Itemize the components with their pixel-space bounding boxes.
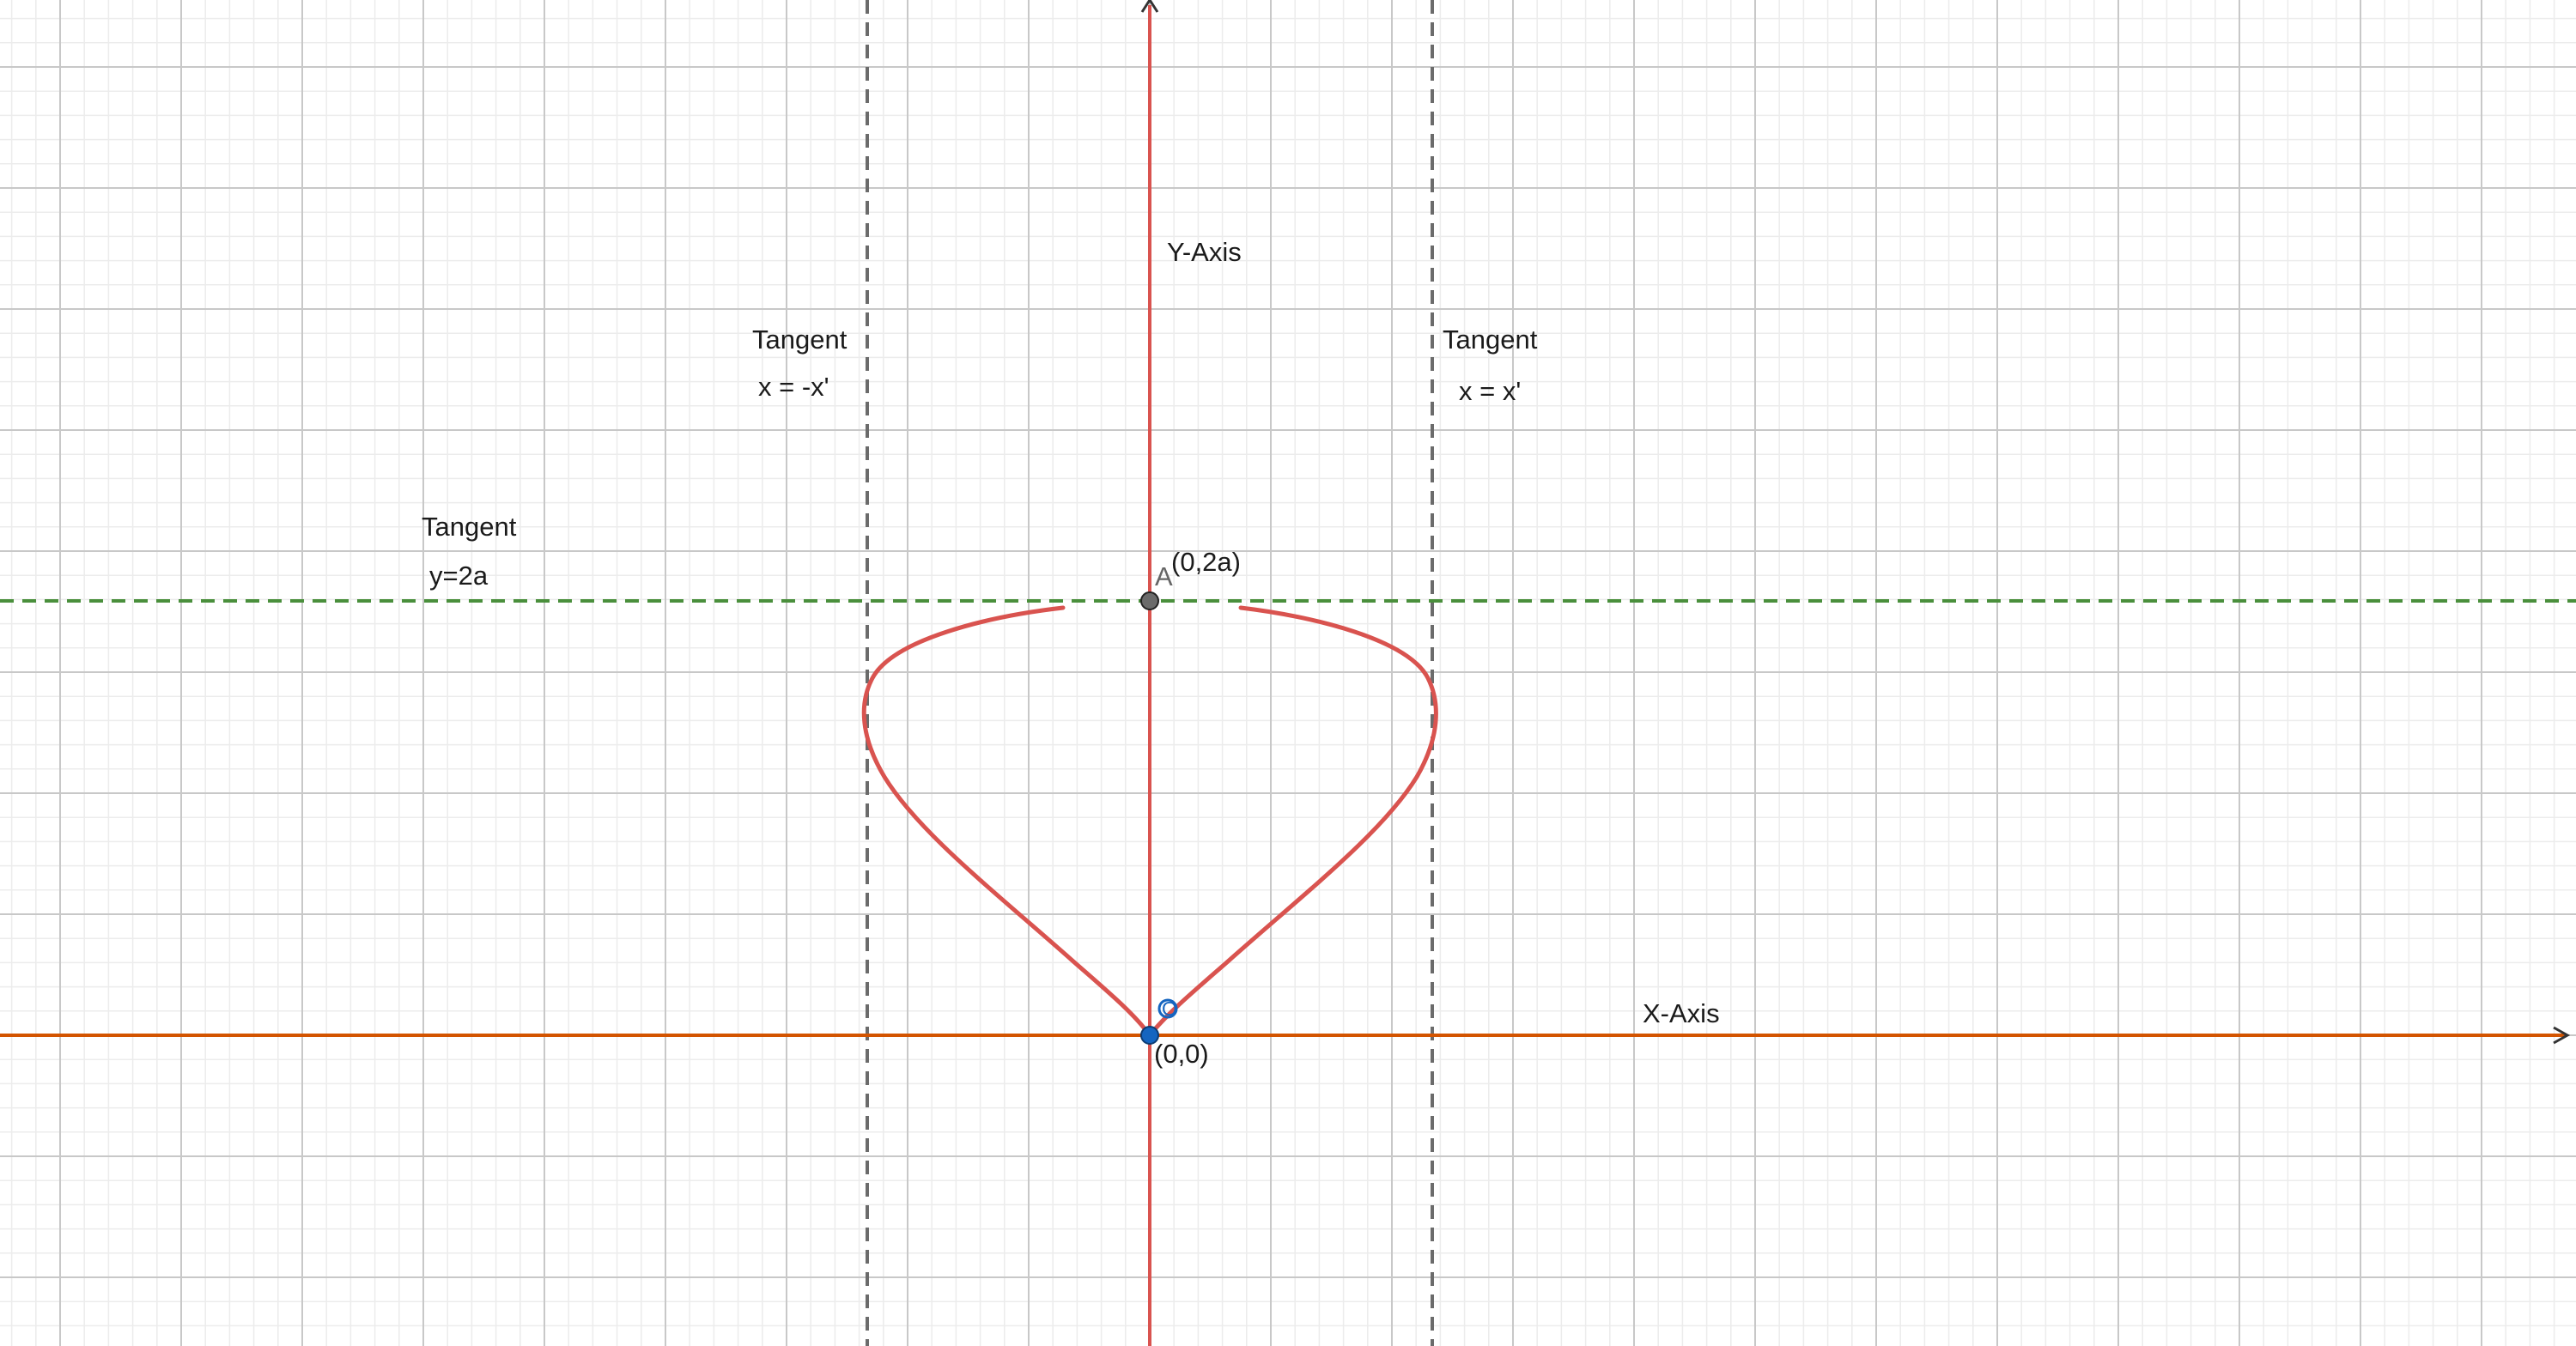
y-axis-label: Y-Axis — [1167, 237, 1242, 267]
tangent-horizontal-equation: y=2a — [429, 561, 489, 591]
point-origin-coords: (0,0) — [1154, 1039, 1209, 1069]
tangent-horizontal-title: Tangent — [422, 512, 517, 542]
point-a[interactable] — [1140, 591, 1159, 610]
tangent-left-equation: x = -x' — [758, 372, 829, 402]
grid-major — [0, 0, 2576, 1346]
point-origin-name: O — [1162, 997, 1177, 1020]
point-a-name: A — [1155, 561, 1173, 591]
tangent-right-title: Tangent — [1443, 324, 1538, 355]
tangent-right-equation: x = x' — [1459, 376, 1521, 406]
tangent-left-title: Tangent — [752, 324, 848, 355]
x-axis-label: X-Axis — [1643, 998, 1720, 1028]
graph-canvas[interactable]: Y-Axis X-Axis Tangent x = -x' Tangent x … — [0, 0, 2576, 1346]
point-a-coords: (0,2a) — [1171, 547, 1241, 577]
